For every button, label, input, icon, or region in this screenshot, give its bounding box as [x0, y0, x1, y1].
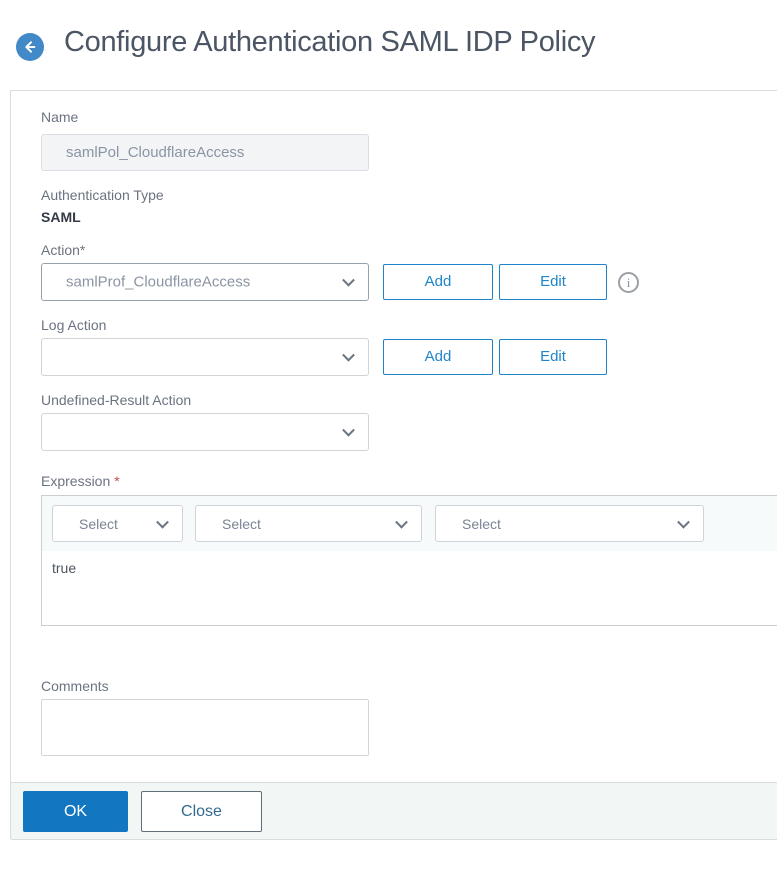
chevron-down-icon: [342, 348, 355, 362]
name-input: samlPol_CloudflareAccess: [41, 134, 369, 171]
chevron-down-icon: [342, 423, 355, 437]
chevron-down-icon: [395, 515, 408, 529]
action-select[interactable]: samlProf_CloudflareAccess: [41, 263, 369, 301]
expression-operand-select-2[interactable]: Select: [195, 505, 422, 542]
expression-select-2-value: Select: [222, 515, 261, 532]
expression-operand-select-3[interactable]: Select: [435, 505, 704, 542]
chevron-down-icon: [156, 515, 169, 529]
log-action-select[interactable]: [41, 338, 369, 376]
chevron-down-icon: [342, 273, 355, 287]
close-button[interactable]: Close: [141, 791, 262, 832]
arrow-left-icon: [22, 39, 38, 55]
name-label: Name: [41, 109, 79, 125]
log-action-add-button[interactable]: Add: [383, 339, 493, 375]
ok-button[interactable]: OK: [23, 791, 128, 832]
comments-label: Comments: [41, 678, 109, 694]
undefined-result-action-select[interactable]: [41, 413, 369, 451]
auth-type-value: SAML: [41, 209, 81, 225]
form-panel: Name samlPol_CloudflareAccess Authentica…: [10, 90, 777, 840]
action-edit-button[interactable]: Edit: [499, 264, 607, 300]
action-add-button[interactable]: Add: [383, 264, 493, 300]
expression-operand-select-1[interactable]: Select: [52, 505, 183, 542]
expression-toolbar: Select Select Select: [41, 495, 777, 552]
expression-label-text: Expression: [41, 473, 111, 489]
auth-type-label: Authentication Type: [41, 187, 164, 203]
expression-editor[interactable]: true: [41, 551, 777, 626]
required-asterisk: *: [114, 473, 120, 489]
info-icon-glyph: i: [626, 274, 631, 290]
info-icon[interactable]: i: [618, 272, 639, 293]
comments-input[interactable]: [41, 699, 369, 756]
chevron-down-icon: [677, 515, 690, 529]
log-action-label: Log Action: [41, 317, 107, 333]
action-label: Action*: [41, 242, 86, 258]
undefined-result-action-label: Undefined-Result Action: [41, 392, 192, 408]
log-action-edit-button[interactable]: Edit: [499, 339, 607, 375]
configure-saml-idp-policy-page: Configure Authentication SAML IDP Policy…: [0, 0, 777, 877]
expression-select-3-value: Select: [462, 515, 501, 532]
back-button[interactable]: [16, 33, 44, 61]
footer-action-bar: OK Close: [11, 782, 777, 840]
expression-label: Expression *: [41, 473, 120, 489]
action-select-value: samlProf_CloudflareAccess: [66, 273, 251, 291]
page-title: Configure Authentication SAML IDP Policy: [64, 26, 596, 58]
expression-select-1-value: Select: [79, 515, 118, 532]
